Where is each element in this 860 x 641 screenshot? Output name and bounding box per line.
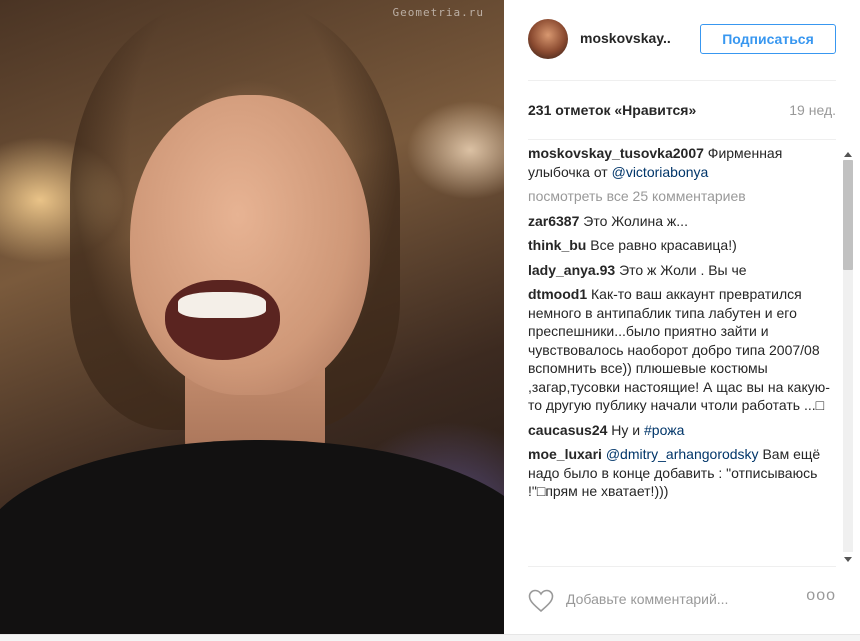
scrollbar-thumb[interactable] bbox=[843, 160, 853, 270]
comment-text: Это ж Жоли . Вы че bbox=[619, 261, 747, 278]
arrow-up-icon[interactable] bbox=[844, 152, 852, 157]
comments-scrollbar[interactable] bbox=[840, 152, 856, 562]
comment-user[interactable]: zar6387 bbox=[528, 213, 579, 229]
follow-button[interactable]: Подписаться bbox=[700, 24, 836, 54]
more-dots-icon[interactable]: ооо bbox=[806, 587, 836, 605]
heart-outline-icon[interactable] bbox=[528, 589, 554, 613]
comment-text: Это Жолина ж... bbox=[583, 212, 688, 229]
comment-text: Как-то ваш аккаунт превратился немного в… bbox=[528, 286, 830, 413]
caption-mention[interactable]: @victoriabonya bbox=[612, 164, 709, 180]
comment-user[interactable]: think_bu bbox=[528, 237, 586, 253]
list-item: dtmood1 Как-то ваш аккаунт превратился н… bbox=[528, 285, 832, 415]
comment-user[interactable]: moe_luxari bbox=[528, 446, 602, 462]
comment-mention[interactable]: @dmitry_arhangorodsky bbox=[606, 446, 759, 462]
arrow-down-icon[interactable] bbox=[844, 557, 852, 562]
photo-teeth bbox=[178, 292, 266, 318]
hashtag-link[interactable]: #рожа bbox=[644, 422, 684, 438]
likes-count[interactable]: 231 отметок «Нравится» bbox=[528, 102, 696, 118]
avatar[interactable] bbox=[528, 19, 568, 59]
list-item: caucasus24 Ну и #рожа bbox=[528, 421, 832, 440]
likes-row: 231 отметок «Нравится» 19 нед. bbox=[528, 81, 836, 140]
comment-list: moskovskay_tusovka2007 Фирменная улыбочк… bbox=[528, 140, 832, 566]
list-item: think_bu Все равно красавица!) bbox=[528, 236, 832, 255]
caption-user[interactable]: moskovskay_tusovka2007 bbox=[528, 145, 704, 161]
post-photo[interactable]: Geometria.ru bbox=[0, 0, 504, 634]
comment-user[interactable]: dtmood1 bbox=[528, 286, 587, 302]
list-item: zar6387 Это Жолина ж... bbox=[528, 212, 832, 231]
view-all-comments-link[interactable]: посмотреть все 25 комментариев bbox=[528, 187, 832, 206]
add-comment-input[interactable]: Добавьте комментарий... bbox=[566, 591, 728, 607]
add-comment-row: Добавьте комментарий... ооо bbox=[528, 566, 836, 633]
comment-user[interactable]: caucasus24 bbox=[528, 422, 607, 438]
comment-user[interactable]: lady_anya.93 bbox=[528, 262, 615, 278]
comment-text: Все равно красавица!) bbox=[590, 237, 737, 253]
list-item: lady_anya.93 Это ж Жоли . Вы че bbox=[528, 261, 832, 280]
post-sidebar: moskovskay.. Подписаться 231 отметок «Нр… bbox=[504, 0, 860, 640]
username[interactable]: moskovskay.. bbox=[580, 30, 671, 46]
list-item: moe_luxari @dmitry_arhangorodsky Вам ещё… bbox=[528, 445, 832, 501]
comment-text: Ну и bbox=[611, 421, 641, 438]
photo-watermark: Geometria.ru bbox=[392, 6, 484, 19]
post-age[interactable]: 19 нед. bbox=[789, 102, 836, 118]
photo-shirt bbox=[0, 440, 504, 634]
view-all-comments: посмотреть все 25 комментариев bbox=[528, 187, 832, 206]
post-header: moskovskay.. Подписаться bbox=[528, 0, 836, 81]
caption: moskovskay_tusovka2007 Фирменная улыбочк… bbox=[528, 144, 832, 181]
